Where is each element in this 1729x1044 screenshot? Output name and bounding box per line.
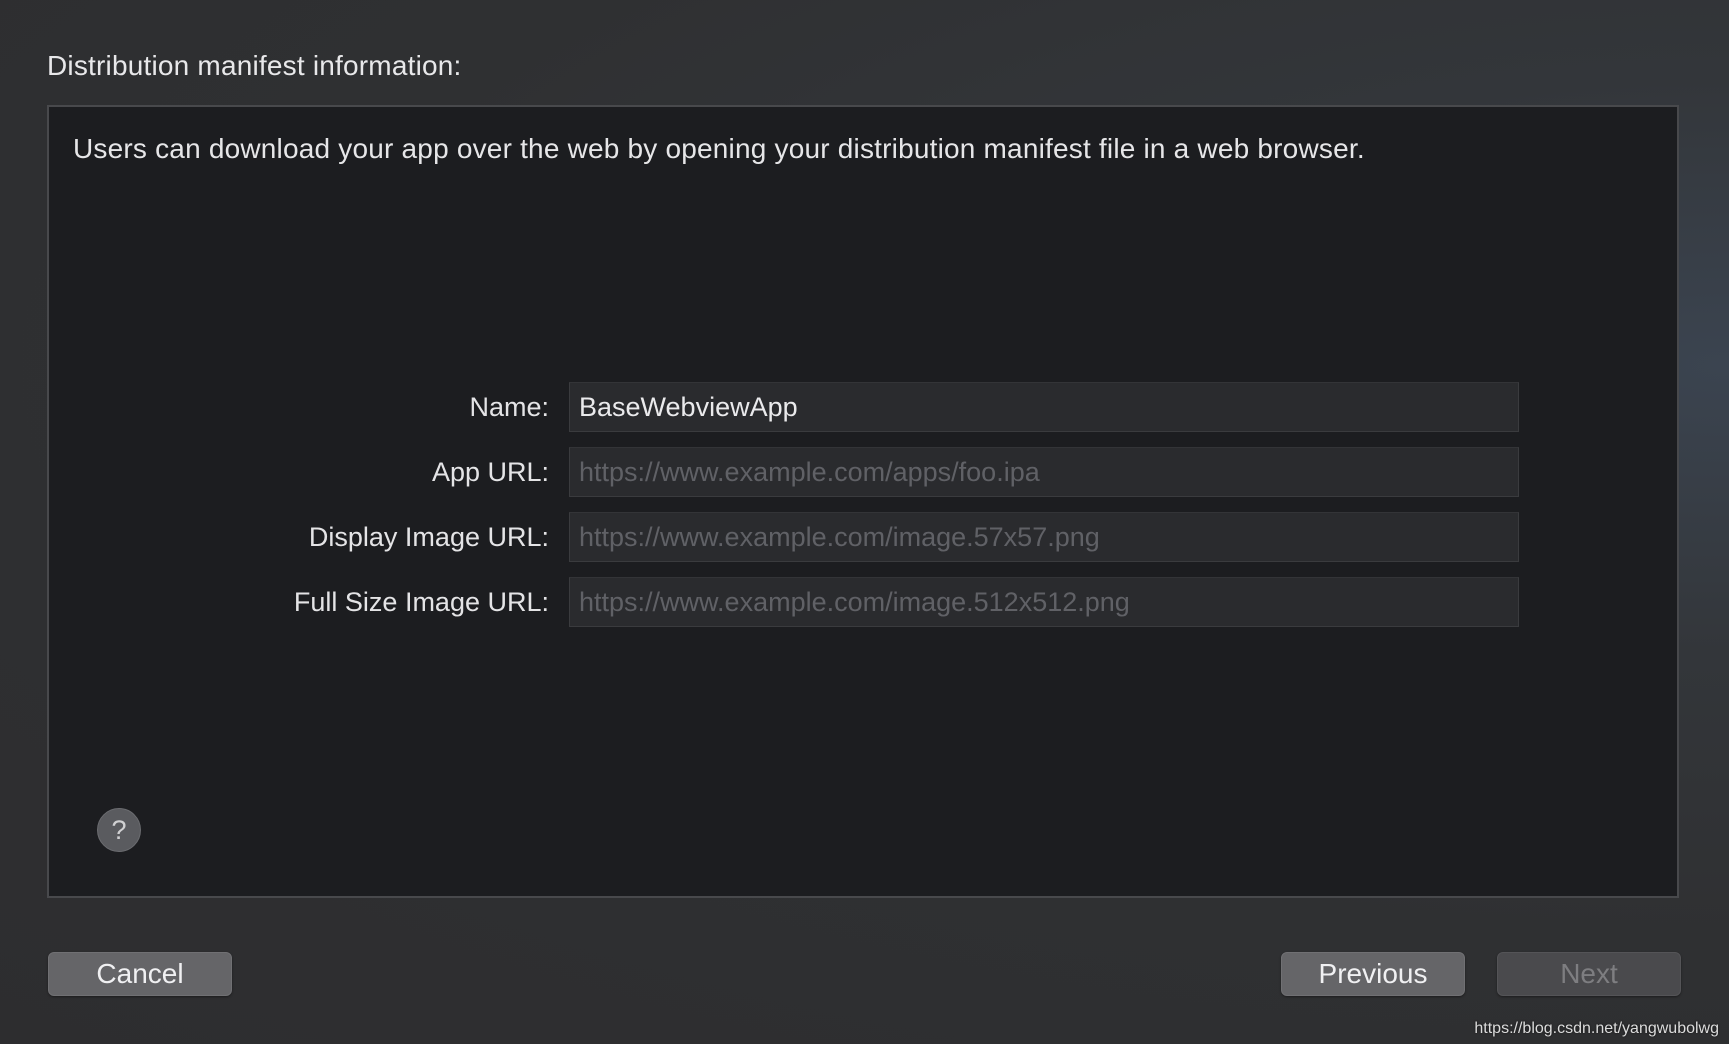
name-row: Name: bbox=[49, 382, 1677, 432]
help-button[interactable]: ? bbox=[97, 808, 141, 852]
question-mark-icon: ? bbox=[111, 815, 127, 845]
manifest-panel: Users can download your app over the web… bbox=[47, 105, 1679, 898]
app-url-label: App URL: bbox=[431, 457, 549, 487]
intro-text: Users can download your app over the web… bbox=[73, 133, 1365, 164]
cancel-button[interactable]: Cancel bbox=[48, 952, 232, 996]
watermark-text: https://blog.csdn.net/yangwubolwg bbox=[1474, 1020, 1719, 1037]
previous-button[interactable]: Previous bbox=[1281, 952, 1465, 996]
name-input[interactable] bbox=[569, 382, 1519, 432]
full-size-image-url-label: Full Size Image URL: bbox=[293, 587, 549, 617]
dialog-title: Distribution manifest information: bbox=[47, 50, 462, 81]
next-button[interactable]: Next bbox=[1497, 952, 1681, 996]
display-image-url-row: Display Image URL: bbox=[49, 512, 1677, 562]
full-size-image-url-row: Full Size Image URL: bbox=[49, 577, 1677, 627]
full-size-image-url-input[interactable] bbox=[569, 577, 1519, 627]
name-label: Name: bbox=[469, 392, 549, 422]
display-image-url-label: Display Image URL: bbox=[308, 522, 549, 552]
display-image-url-input[interactable] bbox=[569, 512, 1519, 562]
app-url-row: App URL: bbox=[49, 447, 1677, 497]
app-url-input[interactable] bbox=[569, 447, 1519, 497]
